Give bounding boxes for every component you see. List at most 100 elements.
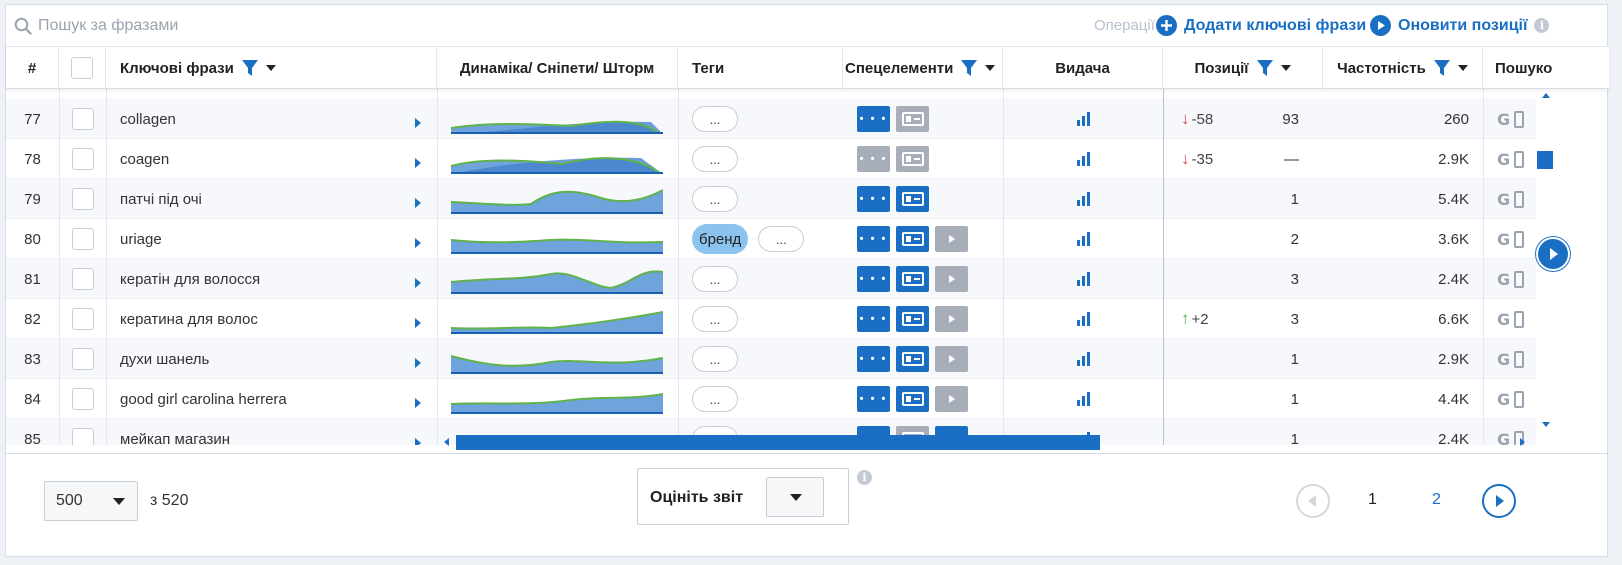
table-row[interactable]: 84 good girl carolina herrera... • • • 1 4.4… bbox=[6, 379, 1536, 419]
sort-icon[interactable] bbox=[1280, 65, 1291, 71]
header-positions[interactable]: Позиції bbox=[1163, 47, 1323, 89]
special-video-icon[interactable] bbox=[935, 226, 968, 252]
expand-arrow-icon[interactable] bbox=[415, 238, 421, 248]
keyword-cell[interactable]: collagen bbox=[106, 99, 437, 139]
special-dots-icon[interactable]: • • • bbox=[857, 266, 890, 292]
scroll-columns-right-button[interactable] bbox=[1536, 237, 1570, 271]
row-checkbox[interactable] bbox=[71, 428, 94, 445]
search-input[interactable] bbox=[38, 13, 518, 39]
header-keywords[interactable]: Ключові фрази bbox=[106, 47, 437, 89]
header-frequency[interactable]: Частотність bbox=[1323, 47, 1483, 89]
scroll-right-icon[interactable] bbox=[1520, 438, 1525, 446]
serp-bars-icon[interactable] bbox=[1076, 192, 1090, 206]
info-icon[interactable]: i bbox=[1534, 18, 1550, 33]
dynamics-sparkline[interactable] bbox=[437, 379, 678, 419]
expand-arrow-icon[interactable] bbox=[415, 358, 421, 368]
special-video-icon[interactable] bbox=[935, 266, 968, 292]
special-dots-icon[interactable]: • • • bbox=[857, 306, 890, 332]
keyword-cell[interactable]: uriage bbox=[106, 219, 437, 259]
table-row[interactable]: 83 духи шанель... • • • 1 2.9K G bbox=[6, 339, 1536, 379]
dynamics-sparkline[interactable] bbox=[437, 99, 678, 139]
serp-bars-icon[interactable] bbox=[1076, 312, 1090, 326]
table-row[interactable]: 77 collagen... • • • ↓ -58 93 260 G bbox=[6, 99, 1536, 139]
special-snippet-icon[interactable] bbox=[896, 146, 929, 172]
page-2[interactable]: 2 bbox=[1432, 491, 1441, 509]
tag-more-button[interactable]: ... bbox=[692, 106, 738, 132]
horizontal-scroll-thumb[interactable] bbox=[456, 435, 1100, 450]
expand-arrow-icon[interactable] bbox=[415, 278, 421, 288]
expand-arrow-icon[interactable] bbox=[415, 318, 421, 328]
select-all-checkbox[interactable] bbox=[71, 57, 93, 79]
table-row[interactable]: 79 патчі під очі... • • • 1 5.4K G bbox=[6, 179, 1536, 219]
row-checkbox[interactable] bbox=[71, 348, 94, 370]
next-page-button[interactable] bbox=[1482, 484, 1516, 518]
keyword-cell[interactable]: духи шанель bbox=[106, 339, 437, 379]
tag-more-button[interactable]: ... bbox=[692, 186, 738, 212]
row-checkbox[interactable] bbox=[71, 188, 94, 210]
keyword-cell[interactable]: кератина для волос bbox=[106, 299, 437, 339]
per-page-select[interactable]: 500 bbox=[44, 481, 138, 521]
table-row[interactable]: 80 uriage бренд... • • • 2 3.6K G bbox=[6, 219, 1536, 259]
filter-icon[interactable] bbox=[1256, 60, 1273, 76]
sort-icon[interactable] bbox=[265, 65, 276, 71]
serp-cell[interactable] bbox=[1003, 139, 1163, 179]
tag-more-button[interactable]: ... bbox=[692, 346, 738, 372]
special-video-icon[interactable] bbox=[935, 306, 968, 332]
row-checkbox[interactable] bbox=[71, 148, 94, 170]
special-snippet-icon[interactable] bbox=[896, 266, 929, 292]
tag-more-button[interactable]: ... bbox=[692, 266, 738, 292]
keyword-cell[interactable]: кератін для волосся bbox=[106, 259, 437, 299]
expand-arrow-icon[interactable] bbox=[415, 398, 421, 408]
page-1[interactable]: 1 bbox=[1368, 491, 1377, 509]
serp-bars-icon[interactable] bbox=[1076, 392, 1090, 406]
expand-arrow-icon[interactable] bbox=[415, 438, 421, 445]
special-snippet-icon[interactable] bbox=[896, 346, 929, 372]
tag-brand[interactable]: бренд bbox=[692, 224, 749, 254]
prev-page-button[interactable] bbox=[1296, 484, 1330, 518]
serp-bars-icon[interactable] bbox=[1076, 152, 1090, 166]
dynamics-sparkline[interactable] bbox=[437, 139, 678, 179]
table-row[interactable]: 81 кератін для волосся... • • • 3 2.4K G bbox=[6, 259, 1536, 299]
dynamics-sparkline[interactable] bbox=[437, 219, 678, 259]
table-row[interactable]: 82 кератина для волос... • • • ↑ +2 3 6.6K G bbox=[6, 299, 1536, 339]
special-snippet-icon[interactable] bbox=[896, 106, 929, 132]
serp-bars-icon[interactable] bbox=[1076, 112, 1090, 126]
sort-icon[interactable] bbox=[985, 65, 996, 71]
serp-cell[interactable] bbox=[1003, 339, 1163, 379]
tag-more-button[interactable]: ... bbox=[758, 226, 805, 252]
expand-arrow-icon[interactable] bbox=[415, 158, 421, 168]
keyword-cell[interactable]: coagen bbox=[106, 139, 437, 179]
dynamics-sparkline[interactable] bbox=[437, 259, 678, 299]
row-checkbox[interactable] bbox=[71, 228, 94, 250]
filter-icon[interactable] bbox=[1433, 60, 1450, 76]
tag-more-button[interactable]: ... bbox=[692, 146, 738, 172]
row-checkbox[interactable] bbox=[71, 388, 94, 410]
filter-icon[interactable] bbox=[961, 60, 978, 76]
tag-more-button[interactable]: ... bbox=[692, 306, 738, 332]
scroll-up-icon[interactable] bbox=[1542, 93, 1550, 98]
expand-arrow-icon[interactable] bbox=[415, 118, 421, 128]
dynamics-sparkline[interactable] bbox=[437, 339, 678, 379]
rate-report-select[interactable] bbox=[766, 477, 824, 517]
serp-bars-icon[interactable] bbox=[1076, 352, 1090, 366]
keyword-cell[interactable]: патчі під очі bbox=[106, 179, 437, 219]
serp-cell[interactable] bbox=[1003, 99, 1163, 139]
special-dots-icon[interactable]: • • • bbox=[857, 186, 890, 212]
serp-cell[interactable] bbox=[1003, 219, 1163, 259]
special-snippet-icon[interactable] bbox=[896, 186, 929, 212]
keyword-cell[interactable]: good girl carolina herrera bbox=[106, 379, 437, 419]
special-dots-icon[interactable]: • • • bbox=[857, 226, 890, 252]
tag-more-button[interactable]: ... bbox=[692, 386, 738, 412]
row-checkbox[interactable] bbox=[71, 308, 94, 330]
dynamics-sparkline[interactable] bbox=[437, 179, 678, 219]
special-snippet-icon[interactable] bbox=[896, 386, 929, 412]
filter-icon[interactable] bbox=[241, 60, 258, 76]
serp-bars-icon[interactable] bbox=[1076, 272, 1090, 286]
sort-icon[interactable] bbox=[1457, 65, 1468, 71]
serp-cell[interactable] bbox=[1003, 179, 1163, 219]
table-row[interactable]: 78 coagen... • • • ↓ -35 — 2.9K G bbox=[6, 139, 1536, 179]
special-snippet-icon[interactable] bbox=[896, 226, 929, 252]
scroll-down-icon[interactable] bbox=[1542, 422, 1550, 427]
row-checkbox[interactable] bbox=[71, 268, 94, 290]
row-checkbox[interactable] bbox=[71, 108, 94, 130]
